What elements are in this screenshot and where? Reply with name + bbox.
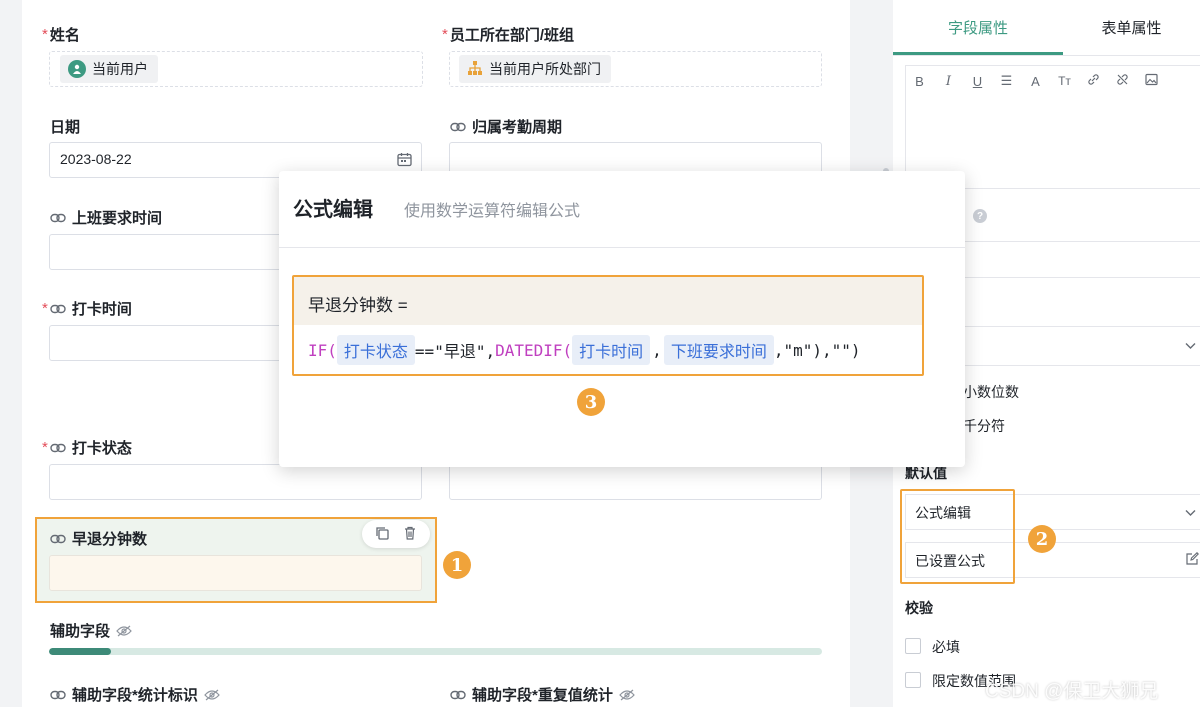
- tab-field-properties[interactable]: 字段属性: [893, 0, 1063, 55]
- aux-progress-fill: [49, 648, 111, 655]
- early-label: 早退分钟数: [50, 528, 147, 549]
- highlight-box-3: [292, 275, 924, 376]
- punch-time-label: * 打卡时间: [42, 300, 132, 318]
- badge-2: 2: [1028, 525, 1056, 553]
- tab-form-properties[interactable]: 表单属性: [1063, 0, 1200, 55]
- align-icon[interactable]: ☰: [992, 73, 1021, 89]
- highlight-box-2: [900, 489, 1015, 584]
- thousand-label: 千分符: [963, 418, 1005, 434]
- link-icon: [50, 213, 66, 222]
- eye-off-icon: [116, 625, 132, 636]
- link-icon: [50, 690, 66, 699]
- required-checkbox[interactable]: [905, 638, 921, 654]
- edit-icon[interactable]: [1186, 552, 1199, 568]
- dept-label: * 员工所在部门/班组: [442, 26, 575, 44]
- user-icon: [68, 60, 86, 78]
- watermark: CSDN @保卫大狮兄: [985, 681, 1159, 702]
- modal-divider: [279, 247, 965, 248]
- org-tree-icon: [467, 60, 483, 79]
- chevron-down-icon: [1184, 506, 1197, 522]
- range-checkbox[interactable]: [905, 672, 921, 688]
- font-color-icon[interactable]: A: [1021, 74, 1050, 89]
- chevron-down-icon: [1184, 339, 1197, 355]
- work-time-label: 上班要求时间: [50, 207, 162, 228]
- link-insert-icon[interactable]: [1079, 73, 1108, 89]
- delete-icon[interactable]: [403, 526, 417, 543]
- punch-status-input[interactable]: [49, 464, 422, 500]
- help-icon[interactable]: ?: [973, 209, 987, 223]
- validate-label: 校验: [905, 600, 933, 616]
- modal-subtitle: 使用数学运算符编辑公式: [404, 203, 581, 220]
- badge-1: 1: [443, 551, 471, 579]
- image-icon[interactable]: [1137, 73, 1166, 89]
- cycle-label: 归属考勤周期: [450, 116, 562, 137]
- tab-divider: [893, 55, 1200, 56]
- badge-3: 3: [577, 388, 605, 416]
- font-size-icon[interactable]: Tт: [1050, 74, 1079, 88]
- dept-chip: 当前用户所处部门: [459, 55, 611, 83]
- aux-progress-track: [49, 648, 822, 655]
- field-action-bar: [362, 520, 430, 548]
- link-icon: [450, 122, 466, 131]
- name-chip: 当前用户: [60, 55, 158, 83]
- date-label: 日期: [50, 119, 81, 136]
- editor-toolbar: B I U ☰ A Tт: [905, 65, 1200, 97]
- name-label: * 姓名: [42, 26, 80, 44]
- decimal-label: 小数位数: [963, 384, 1019, 400]
- early-input[interactable]: [49, 555, 422, 591]
- punch-status-label: * 打卡状态: [42, 439, 132, 457]
- copy-icon[interactable]: [375, 526, 389, 543]
- unlink-icon[interactable]: [1108, 73, 1137, 89]
- italic-icon[interactable]: I: [934, 74, 963, 89]
- aux-label: 辅助字段: [50, 620, 132, 641]
- eye-off-icon: [204, 689, 220, 700]
- link-icon: [50, 443, 66, 452]
- bold-icon[interactable]: B: [905, 74, 934, 89]
- eye-off-icon: [619, 689, 635, 700]
- link-icon: [450, 690, 466, 699]
- aux-dup-label: 辅助字段*重复值统计: [450, 684, 635, 705]
- link-icon: [50, 304, 66, 313]
- right-status-input[interactable]: [449, 464, 822, 500]
- underline-icon[interactable]: U: [963, 74, 992, 89]
- aux-stat-label: 辅助字段*统计标识: [50, 684, 220, 705]
- link-icon: [50, 534, 66, 543]
- modal-title: 公式编辑: [293, 199, 373, 221]
- calendar-icon[interactable]: [397, 152, 412, 170]
- required-label: 必填: [932, 639, 960, 655]
- date-value: 2023-08-22: [60, 151, 132, 167]
